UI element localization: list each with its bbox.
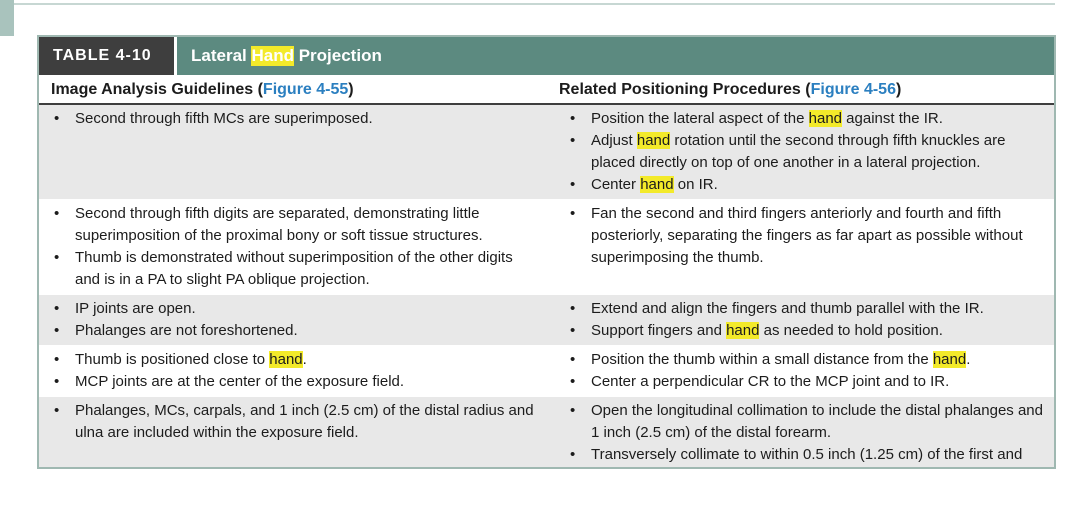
table-number: TABLE 4-10 — [39, 37, 174, 75]
guideline-list: Phalanges, MCs, carpals, and 1 inch (2.5… — [51, 400, 537, 444]
guideline-cell: Thumb is positioned close to hand. MCP j… — [39, 346, 549, 396]
procedure-list: Position the lateral aspect of the hand … — [567, 108, 1044, 196]
guideline-list: IP joints are open. Phalanges are not fo… — [51, 298, 537, 342]
guideline-list: Thumb is positioned close to hand. MCP j… — [51, 349, 537, 393]
header-image-analysis: Image Analysis Guidelines (Figure 4-55) — [39, 77, 549, 103]
list-item: Support fingers and hand as needed to ho… — [567, 320, 1044, 342]
table-title-highlight: Hand — [251, 46, 294, 66]
procedure-cell: Open the longitudinal collimation to inc… — [549, 397, 1054, 467]
table-title-bar: TABLE 4-10 Lateral Hand Projection — [39, 37, 1054, 75]
list-item: Second through fifth MCs are superimpose… — [51, 108, 537, 130]
table-title: Lateral Hand Projection — [174, 37, 382, 75]
guideline-list: Second through fifth digits are separate… — [51, 203, 537, 291]
guideline-cell: Second through fifth digits are separate… — [39, 200, 549, 294]
guideline-cell: Second through fifth MCs are superimpose… — [39, 105, 549, 199]
list-item: Fan the second and third fingers anterio… — [567, 203, 1044, 269]
table-header-row: Image Analysis Guidelines (Figure 4-55) … — [39, 75, 1054, 105]
header-right-close: ) — [895, 81, 902, 98]
table-row: Second through fifth digits are separate… — [39, 200, 1054, 295]
guideline-cell: IP joints are open. Phalanges are not fo… — [39, 295, 549, 345]
list-item: Adjust hand rotation until the second th… — [567, 130, 1044, 174]
list-item: Position the lateral aspect of the hand … — [567, 108, 1044, 130]
table-title-pre: Lateral — [191, 46, 252, 65]
table-4-10: TABLE 4-10 Lateral Hand Projection Image… — [37, 35, 1056, 469]
list-item: Thumb is demonstrated without superimpos… — [51, 247, 537, 291]
procedure-cell: Position the lateral aspect of the hand … — [549, 105, 1054, 199]
list-item: Thumb is positioned close to hand. — [51, 349, 537, 371]
guideline-list: Second through fifth MCs are superimpose… — [51, 108, 537, 130]
list-item: Extend and align the fingers and thumb p… — [567, 298, 1044, 320]
procedure-list: Open the longitudinal collimation to inc… — [567, 400, 1044, 467]
table-row: Thumb is positioned close to hand. MCP j… — [39, 346, 1054, 397]
table-row: Phalanges, MCs, carpals, and 1 inch (2.5… — [39, 397, 1054, 467]
figure-4-56-link[interactable]: Figure 4-56 — [811, 81, 896, 99]
procedure-cell: Extend and align the fingers and thumb p… — [549, 295, 1054, 345]
procedure-list: Extend and align the fingers and thumb p… — [567, 298, 1044, 342]
table-row: Second through fifth MCs are superimpose… — [39, 105, 1054, 200]
figure-4-55-link[interactable]: Figure 4-55 — [263, 81, 348, 99]
procedure-list: Position the thumb within a small distan… — [567, 349, 1044, 393]
list-item: Center a perpendicular CR to the MCP joi… — [567, 371, 1044, 393]
list-item: IP joints are open. — [51, 298, 537, 320]
table-title-post: Projection — [293, 46, 382, 65]
header-left-text: Image Analysis Guidelines ( — [51, 81, 263, 98]
procedure-cell: Position the thumb within a small distan… — [549, 346, 1054, 396]
procedure-cell: Fan the second and third fingers anterio… — [549, 200, 1054, 294]
corner-mark — [0, 0, 14, 36]
list-item: Position the thumb within a small distan… — [567, 349, 1044, 371]
list-item: Transversely collimate to within 0.5 inc… — [567, 444, 1044, 467]
list-item: Second through fifth digits are separate… — [51, 203, 537, 247]
list-item: Open the longitudinal collimation to inc… — [567, 400, 1044, 444]
table-row: IP joints are open. Phalanges are not fo… — [39, 295, 1054, 346]
list-item: Center hand on IR. — [567, 174, 1044, 196]
list-item: Phalanges, MCs, carpals, and 1 inch (2.5… — [51, 400, 537, 444]
header-left-close: ) — [348, 81, 354, 98]
procedure-list: Fan the second and third fingers anterio… — [567, 203, 1044, 269]
list-item: MCP joints are at the center of the expo… — [51, 371, 537, 393]
header-positioning-procedures: Related Positioning Procedures (Figure 4… — [549, 77, 1054, 103]
header-right-text: Related Positioning Procedures ( — [559, 81, 811, 98]
guideline-cell: Phalanges, MCs, carpals, and 1 inch (2.5… — [39, 397, 549, 467]
list-item: Phalanges are not foreshortened. — [51, 320, 537, 342]
top-rule — [14, 3, 1055, 5]
